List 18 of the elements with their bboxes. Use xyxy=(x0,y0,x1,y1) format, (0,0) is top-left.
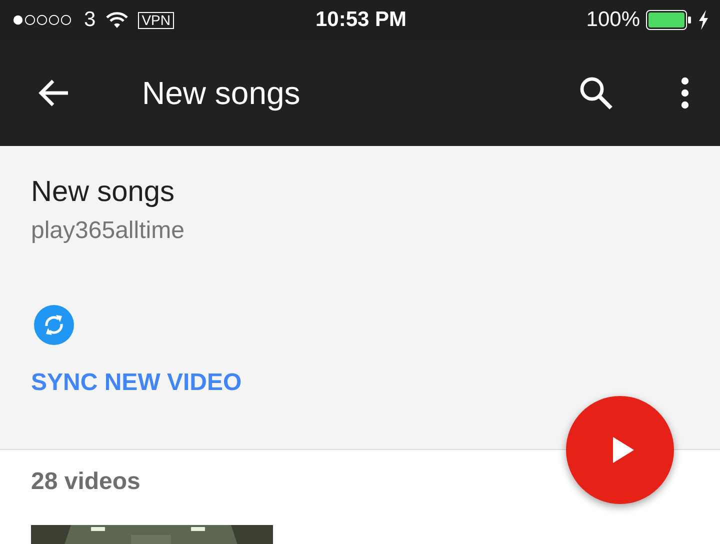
sync-icon[interactable] xyxy=(34,305,74,345)
signal-icon xyxy=(12,14,74,26)
toolbar-title: New songs xyxy=(142,74,302,112)
wifi-icon xyxy=(106,12,128,28)
back-icon[interactable] xyxy=(38,79,70,107)
status-time: 10:53 PM xyxy=(315,8,407,32)
playlist-title: New songs xyxy=(31,176,174,209)
charging-icon xyxy=(698,10,710,30)
carrier-name: 3 xyxy=(84,8,96,32)
video-count: 28 videos xyxy=(31,468,142,496)
search-icon[interactable] xyxy=(578,75,614,111)
play-icon xyxy=(611,436,635,464)
vpn-badge: VPN xyxy=(138,12,174,28)
battery-percent: 100% xyxy=(586,8,640,32)
sync-button[interactable]: SYNC NEW VIDEO xyxy=(31,369,242,397)
playlist-owner: play365alltime xyxy=(31,217,184,245)
more-options-icon[interactable] xyxy=(680,77,690,109)
battery-icon xyxy=(646,10,692,30)
